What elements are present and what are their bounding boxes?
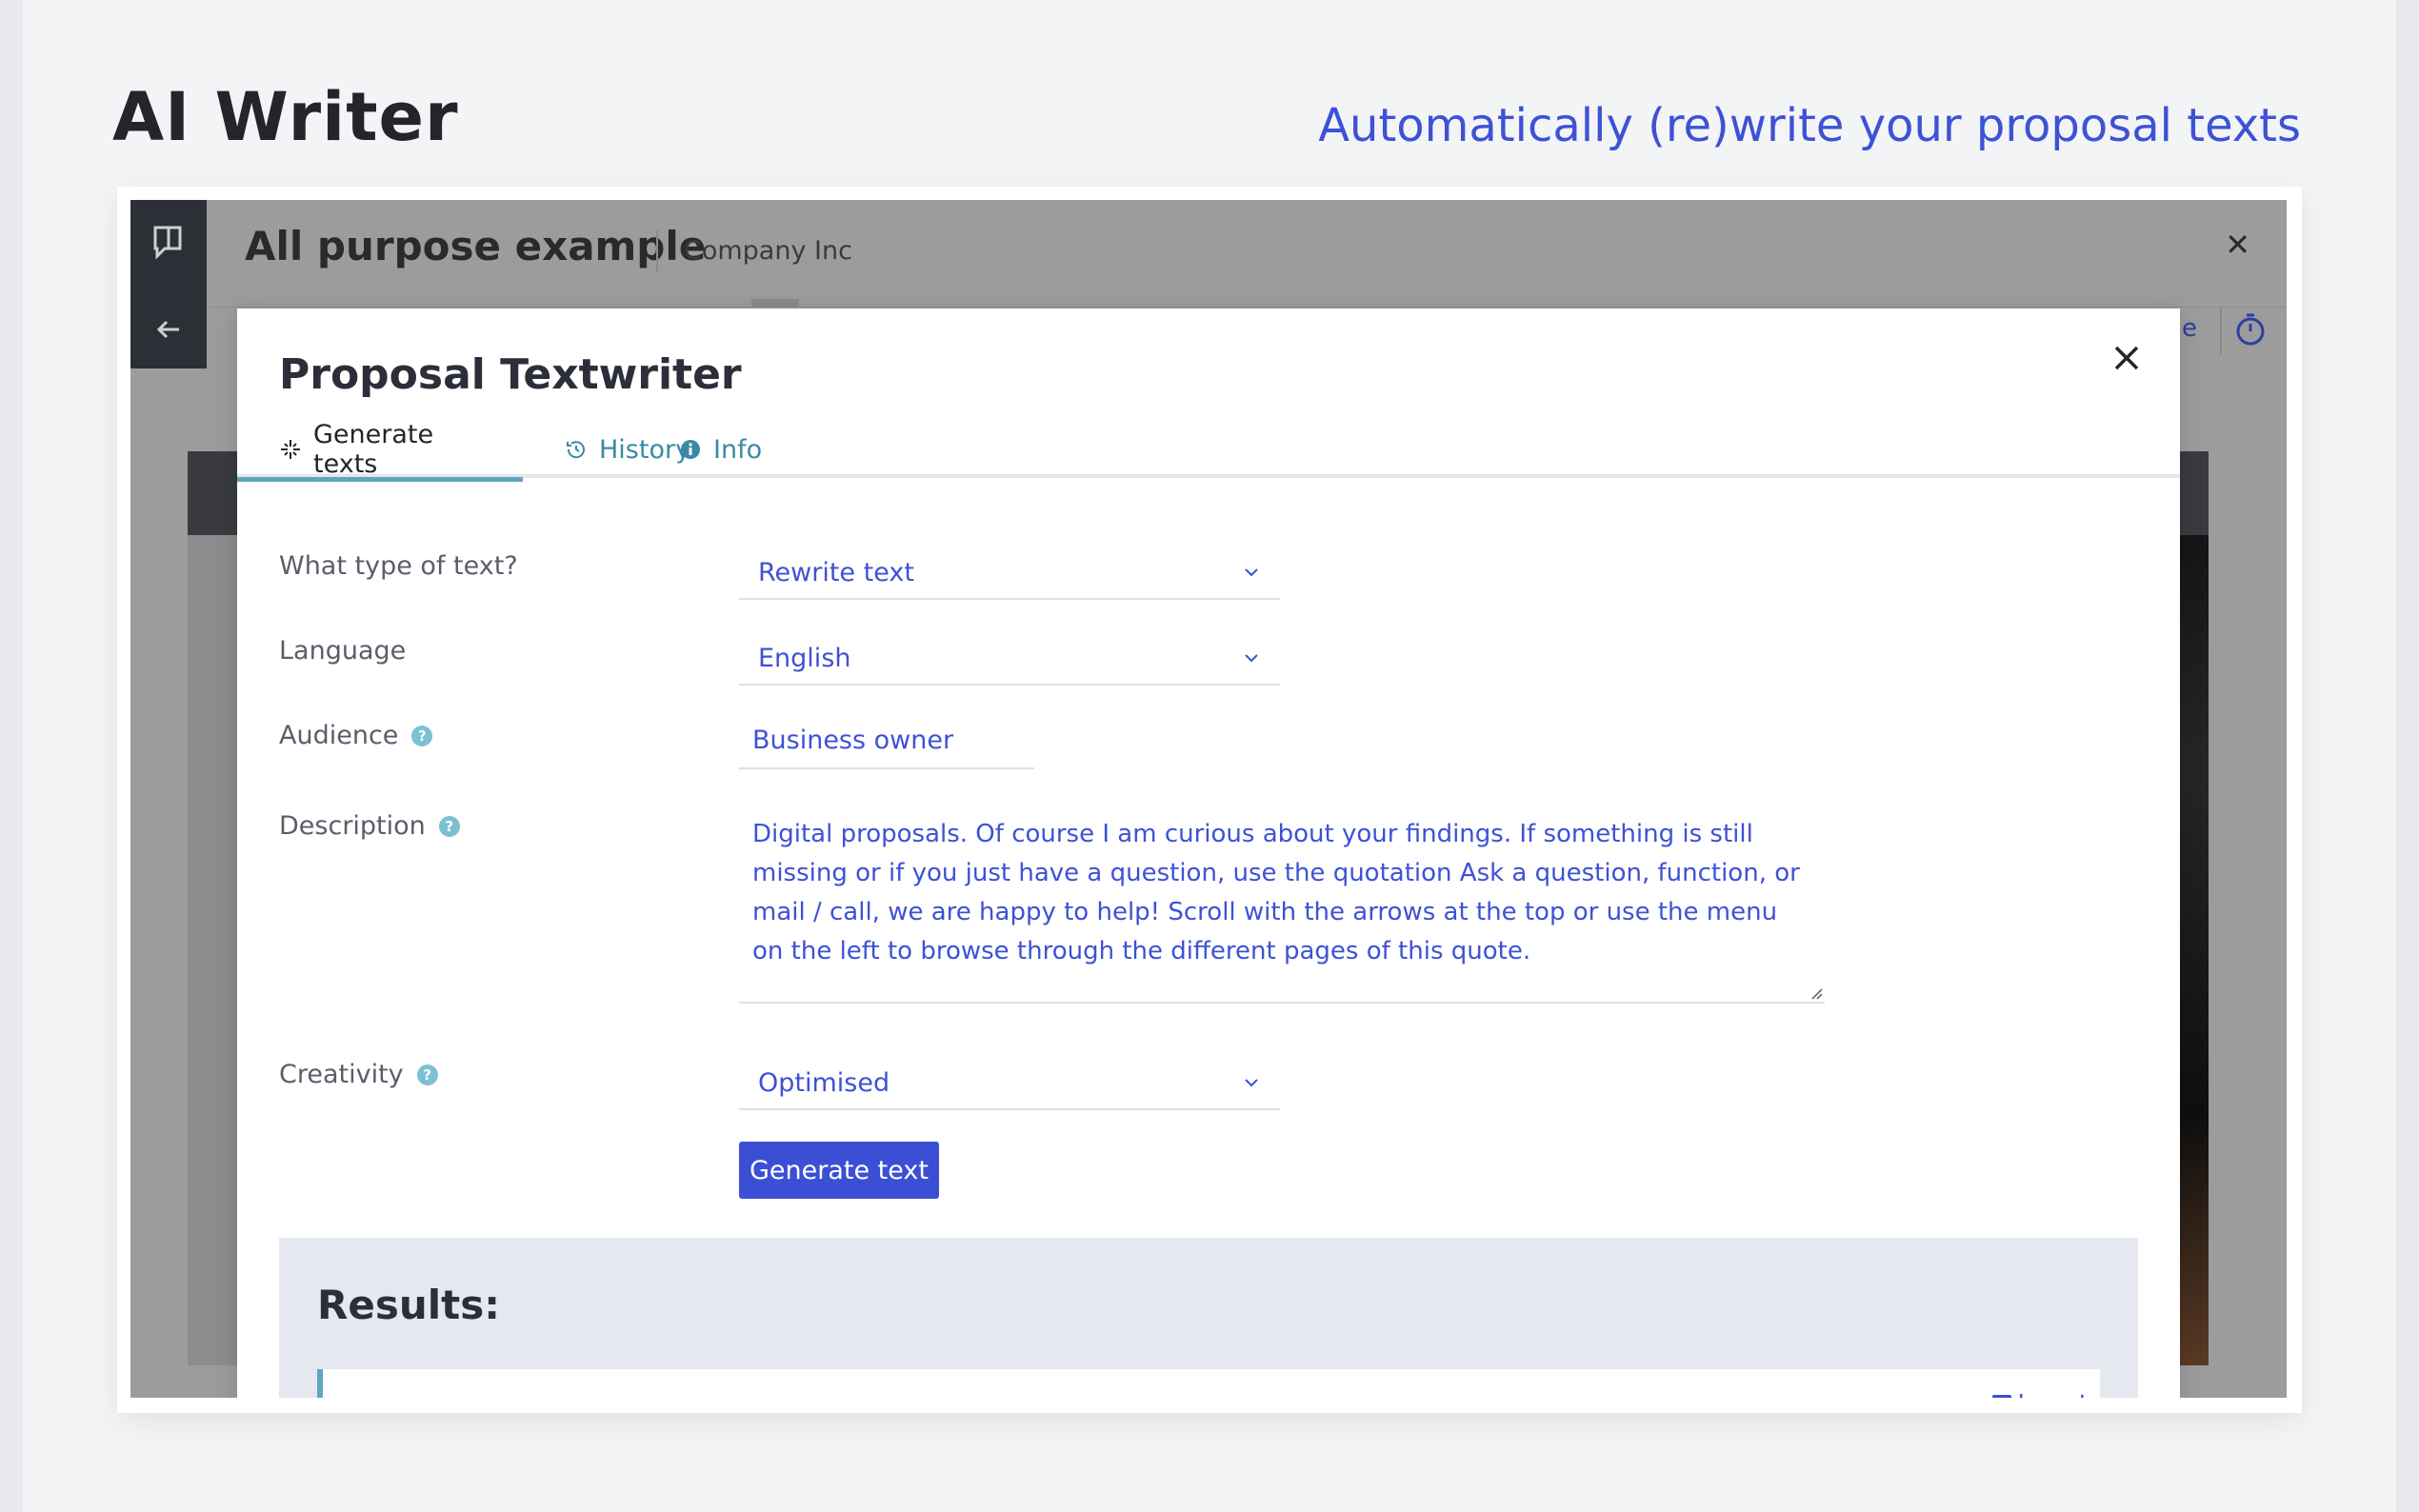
sparkle-icon xyxy=(279,438,302,461)
proposal-title: All purpose example xyxy=(245,223,707,269)
description-value: Digital proposals. Of course I am curiou… xyxy=(752,820,1800,965)
tab-info[interactable]: Info xyxy=(637,421,804,478)
question-icon[interactable]: ? xyxy=(411,725,433,746)
language-select[interactable]: English xyxy=(739,632,1280,686)
text-type-label: What type of text? xyxy=(279,551,518,581)
text-type-label-text: What type of text? xyxy=(279,551,518,581)
result-card: Insert xyxy=(317,1369,2100,1398)
textwriter-modal: Proposal Textwriter Generate texts Histo… xyxy=(237,308,2180,1398)
audience-input[interactable]: Business owner xyxy=(739,712,1034,769)
app-sidebar xyxy=(130,200,207,368)
tab-generate-label: Generate texts xyxy=(313,419,434,479)
text-type-value: Rewrite text xyxy=(758,557,914,587)
audience-label-text: Audience xyxy=(279,721,399,750)
description-label-text: Description xyxy=(279,811,426,841)
tab-generate-texts[interactable]: Generate texts xyxy=(237,419,523,482)
header-divider xyxy=(656,230,658,272)
background-link[interactable]: e xyxy=(2182,314,2197,343)
insert-button[interactable]: Insert xyxy=(1992,1390,2089,1398)
background-tab-indicator xyxy=(751,299,799,307)
language-label: Language xyxy=(279,636,406,666)
creativity-value: Optimised xyxy=(758,1067,890,1098)
results-title: Results: xyxy=(317,1282,500,1328)
language-value: English xyxy=(758,643,851,673)
modal-tabs: Generate texts History Info xyxy=(237,420,2180,482)
chevron-down-icon xyxy=(1245,1079,1258,1087)
insert-label: Insert xyxy=(2017,1390,2089,1398)
results-panel: Results: Insert xyxy=(279,1238,2138,1398)
modal-title: Proposal Textwriter xyxy=(279,350,742,399)
history-icon xyxy=(565,438,588,461)
plus-square-icon xyxy=(1992,1395,2012,1398)
book-chat-icon[interactable] xyxy=(150,223,188,261)
description-textarea[interactable]: Digital proposals. Of course I am curiou… xyxy=(739,804,1825,1004)
chevron-down-icon xyxy=(1245,654,1258,663)
resize-handle-icon[interactable] xyxy=(1808,985,1823,1000)
app-window: All purpose example Company Inc ✕ e Prop… xyxy=(130,200,2287,1398)
language-label-text: Language xyxy=(279,636,407,666)
company-name: Company Inc xyxy=(684,236,852,266)
audience-label: Audience ? xyxy=(279,721,433,750)
creativity-label-text: Creativity xyxy=(279,1060,404,1089)
chevron-down-icon xyxy=(1245,568,1258,577)
page-edge-left xyxy=(0,0,23,1512)
close-icon[interactable] xyxy=(2108,339,2146,377)
question-icon[interactable]: ? xyxy=(438,815,460,837)
creativity-label: Creativity ? xyxy=(279,1060,438,1089)
info-icon xyxy=(679,438,702,461)
tab-info-label: Info xyxy=(713,434,763,465)
hero-subtitle: Automatically (re)write your proposal te… xyxy=(1318,99,2301,152)
arrow-left-icon[interactable] xyxy=(150,310,188,348)
text-type-select[interactable]: Rewrite text xyxy=(739,547,1280,600)
app-close-icon[interactable]: ✕ xyxy=(2225,227,2250,263)
page-edge-right xyxy=(2396,0,2419,1512)
question-icon[interactable]: ? xyxy=(416,1064,438,1085)
header-rule xyxy=(207,307,2287,308)
description-label: Description ? xyxy=(279,811,460,841)
creativity-select[interactable]: Optimised xyxy=(739,1057,1280,1110)
generate-text-button[interactable]: Generate text xyxy=(739,1142,939,1199)
toolbar-divider xyxy=(2220,307,2222,354)
audience-value: Business owner xyxy=(752,725,954,755)
screenshot-frame: All purpose example Company Inc ✕ e Prop… xyxy=(117,187,2302,1413)
stopwatch-icon[interactable] xyxy=(2231,310,2269,348)
hero-title: AI Writer xyxy=(112,78,459,156)
